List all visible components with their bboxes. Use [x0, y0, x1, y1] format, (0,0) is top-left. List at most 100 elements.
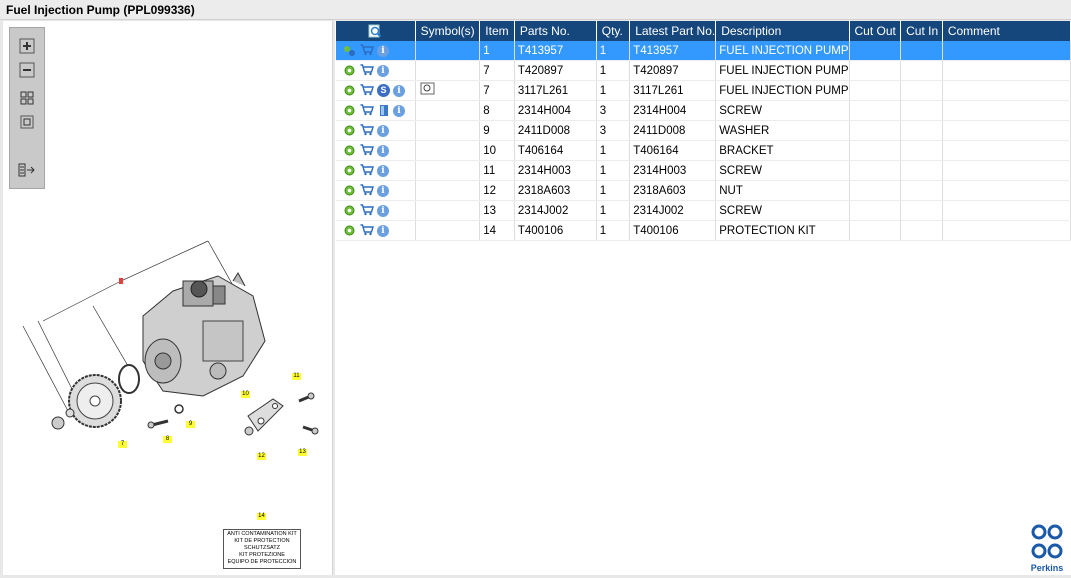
table-row[interactable]: i 10 T406164 1 T406164 BRACKET [336, 140, 1071, 161]
table-row[interactable]: i 14 T400106 1 T400106 PROTECTION KIT [336, 220, 1071, 241]
cell-qty: 1 [596, 220, 631, 241]
cell-symbols [415, 200, 481, 221]
cell-parts-no: 2314H004 [514, 100, 597, 121]
column-header-parts-no[interactable]: Parts No. [514, 21, 597, 41]
add-to-cart-button[interactable] [359, 203, 374, 219]
add-to-cart-button[interactable] [359, 143, 374, 159]
cell-latest-part-no: T420897 [629, 60, 717, 81]
callout-14[interactable]: 14 [257, 513, 266, 520]
cell-symbols [415, 140, 481, 161]
add-to-cart-button[interactable] [359, 63, 374, 79]
add-to-cart-button[interactable] [359, 223, 374, 239]
parts-table: Symbol(s) Item Parts No. Qty. Latest Par… [336, 21, 1071, 241]
add-to-cart-button[interactable] [359, 83, 374, 99]
info-icon[interactable]: i [393, 104, 405, 117]
cell-comment [942, 140, 1071, 161]
cell-description: SCREW [715, 160, 850, 181]
cell-qty: 1 [596, 80, 631, 101]
column-header-latest-part-no[interactable]: Latest Part No. [629, 21, 717, 41]
callout-12[interactable]: 12 [257, 453, 266, 460]
column-header-symbols[interactable]: Symbol(s) [415, 21, 481, 41]
column-header-actions[interactable] [336, 21, 416, 41]
diagram-pane[interactable]: 7 8 9 10 11 12 13 14 ANTI CONTAMINATION … [3, 21, 333, 575]
exploded-view-icon[interactable] [419, 82, 437, 96]
title-bar: Fuel Injection Pump (PPL099336) [0, 0, 1071, 20]
window-title: Fuel Injection Pump (PPL099336) [6, 3, 195, 17]
cell-symbols [415, 80, 481, 101]
fit-view-button[interactable] [15, 88, 39, 108]
info-icon[interactable]: i [377, 204, 389, 217]
callout-11[interactable]: 11 [292, 373, 301, 380]
add-to-cart-button[interactable] [359, 103, 374, 119]
table-row[interactable]: Si 7 3117L261 1 3117L261 FUEL INJECTION PUMP [336, 80, 1071, 101]
table-row[interactable]: i 13 2314J002 1 2314J002 SCREW [336, 200, 1071, 221]
table-row[interactable]: i 1 T413957 1 T413957 FUEL INJECTION PUMP [336, 41, 1071, 61]
zoom-in-button[interactable] [15, 36, 39, 56]
cell-description: FUEL INJECTION PUMP [715, 80, 850, 101]
callout-8[interactable]: 8 [163, 436, 172, 443]
cell-description: NUT [715, 180, 850, 201]
info-icon[interactable]: i [393, 84, 405, 97]
cell-comment [942, 100, 1071, 121]
cell-item: 7 [479, 60, 515, 81]
row-actions: i [336, 41, 416, 61]
cell-comment [942, 200, 1071, 221]
gear-icon [344, 205, 355, 216]
info-icon[interactable]: i [377, 44, 389, 57]
cell-parts-no: 3117L261 [514, 80, 597, 101]
cell-cut-in [900, 80, 943, 101]
exploded-diagram[interactable]: 7 8 9 10 11 12 13 14 ANTI CONTAMINATION … [3, 201, 333, 575]
info-icon[interactable]: i [377, 184, 389, 197]
info-icon[interactable]: i [377, 224, 389, 237]
table-row[interactable]: i 9 2411D008 3 2411D008 WASHER [336, 120, 1071, 141]
info-icon[interactable]: i [377, 144, 389, 157]
table-row[interactable]: i 11 2314H003 1 2314H003 SCREW [336, 160, 1071, 181]
cell-comment [942, 220, 1071, 241]
cell-cut-in [900, 200, 943, 221]
assembly-icon[interactable] [343, 44, 356, 57]
cell-cut-out [849, 140, 902, 161]
cell-cut-in [900, 41, 943, 61]
fuel-pump-drawing [22, 240, 319, 436]
cell-cut-out [849, 180, 902, 201]
column-header-cut-out[interactable]: Cut Out [849, 21, 902, 41]
cart-icon [360, 203, 374, 215]
column-header-cut-in[interactable]: Cut In [900, 21, 943, 41]
cart-icon [360, 83, 374, 95]
cell-symbols [415, 180, 481, 201]
add-to-cart-button[interactable] [359, 163, 374, 179]
callout-13[interactable]: 13 [298, 449, 307, 456]
callout-7[interactable]: 7 [118, 441, 127, 448]
row-actions: i [336, 120, 416, 141]
s-icon[interactable]: S [377, 84, 390, 97]
add-to-cart-button[interactable] [359, 183, 374, 199]
column-header-item[interactable]: Item [479, 21, 515, 41]
cell-symbols [415, 100, 481, 121]
info-icon[interactable]: i [377, 124, 389, 137]
callout-9[interactable]: 9 [186, 421, 195, 428]
minus-icon [19, 62, 35, 78]
zoom-out-button[interactable] [15, 60, 39, 80]
table-row[interactable]: i 12 2318A603 1 2318A603 NUT [336, 180, 1071, 201]
callout-10[interactable]: 10 [241, 391, 250, 398]
add-to-cart-button[interactable] [359, 123, 374, 139]
row-actions: i [336, 140, 416, 161]
cell-qty: 3 [596, 120, 631, 141]
book-icon[interactable] [377, 104, 390, 117]
column-header-comment[interactable]: Comment [942, 21, 1071, 41]
row-actions: i [336, 160, 416, 181]
gear-icon [344, 65, 355, 76]
table-row[interactable]: i 7 T420897 1 T420897 FUEL INJECTION PUMP [336, 60, 1071, 81]
info-icon[interactable]: i [377, 64, 389, 77]
kit-line: KIT PROTEZIONE [239, 552, 285, 558]
kit-line: SCHUTZSATZ [244, 545, 280, 551]
info-icon[interactable]: i [377, 164, 389, 177]
add-to-cart-button[interactable] [359, 43, 374, 59]
column-header-qty[interactable]: Qty. [596, 21, 631, 41]
cell-description: BRACKET [715, 140, 850, 161]
actual-size-button[interactable] [15, 112, 39, 132]
column-header-description[interactable]: Description [715, 21, 850, 41]
export-button[interactable] [15, 160, 39, 180]
table-row[interactable]: i 8 2314H004 3 2314H004 SCREW [336, 100, 1071, 121]
perkins-logo: Perkins [1027, 523, 1067, 573]
